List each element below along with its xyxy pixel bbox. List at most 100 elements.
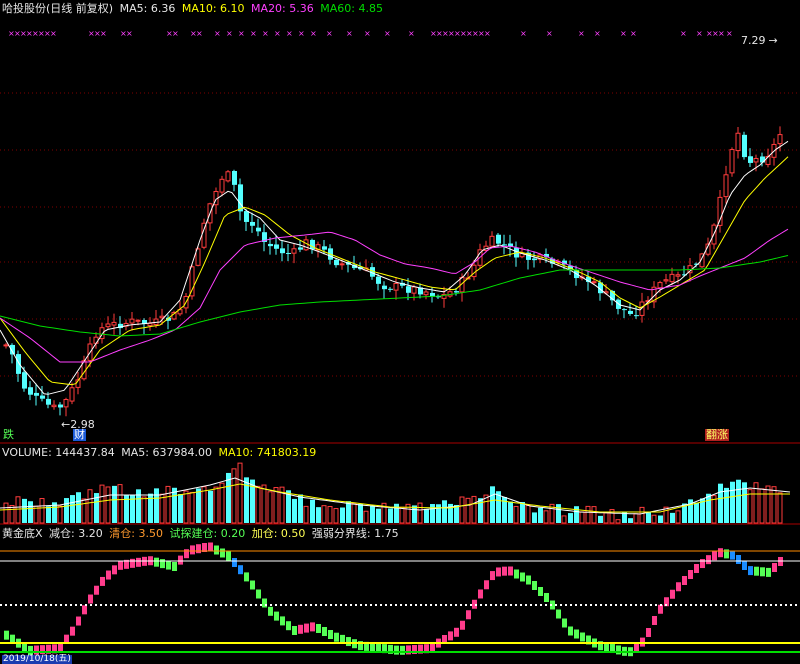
candle-body <box>250 221 255 226</box>
candle-body <box>760 156 765 163</box>
volume-bar <box>532 512 537 523</box>
volume-bar <box>237 462 243 524</box>
volume-bar <box>327 506 333 524</box>
chart-canvas[interactable]: × × × × × × × × × × × × × × × × × × × × × × × × × × × × × × × × × × × × × × × ×… <box>0 0 800 661</box>
candle-body <box>256 227 261 232</box>
candle-body <box>376 276 381 284</box>
volume-bars[interactable] <box>3 462 783 524</box>
indicator-bar <box>538 587 543 596</box>
volume-bar <box>292 498 297 523</box>
indicator-bar <box>310 622 315 632</box>
volume-bar <box>442 500 447 523</box>
indicator-bar <box>298 624 303 634</box>
volume-bar <box>196 488 201 523</box>
volume-bar <box>603 512 609 524</box>
indicator-bar <box>292 626 297 635</box>
x-marker-10: × <box>100 29 107 38</box>
x-marker-44: × <box>594 29 601 38</box>
ma60-value: 4.85 <box>358 2 383 15</box>
date-stub: 2019/10/18(五) <box>2 654 72 664</box>
indicator-bars[interactable] <box>4 542 783 657</box>
ma5-label: MA5: <box>119 2 148 15</box>
candle-body <box>69 387 75 402</box>
volume-bar <box>136 489 141 523</box>
volume-bar <box>399 506 405 524</box>
indicator-bar <box>394 645 399 655</box>
indicator-bar <box>760 567 765 577</box>
volume-bar <box>267 491 273 524</box>
clear-value: 3.50 <box>138 527 163 540</box>
candle-body <box>189 266 195 297</box>
indicator-bar <box>646 628 651 637</box>
x-marker-19: × <box>238 29 245 38</box>
x-marker-52: × <box>726 29 733 38</box>
candle-body <box>393 282 399 291</box>
x-marker-41: × <box>520 29 527 38</box>
ma5-line <box>0 140 789 395</box>
volume-bar <box>376 508 381 523</box>
volume-bar <box>591 506 597 524</box>
indicator-bar <box>700 559 705 569</box>
indicator-bar <box>688 570 693 579</box>
x-marker-45: × <box>620 29 627 38</box>
candle-body <box>268 243 273 247</box>
candle-body <box>129 318 135 324</box>
indicator-bar <box>544 593 549 602</box>
candle-body <box>105 323 111 328</box>
indicator-bar <box>772 563 777 572</box>
volume-bar <box>490 486 495 523</box>
volume-bar <box>64 498 69 523</box>
volume-bar <box>172 487 177 523</box>
indicator-bar <box>580 632 585 642</box>
candle-body <box>16 354 21 374</box>
candle-body <box>657 282 663 289</box>
x-marker-18: × <box>226 29 233 38</box>
indicator-bar <box>88 594 93 604</box>
signal-fanzhang-tag: 翻涨 <box>705 428 729 441</box>
indicator-bar <box>196 544 201 554</box>
volume-bar <box>454 504 459 523</box>
volume-bar <box>574 506 579 523</box>
indicator-bar <box>526 575 531 585</box>
stock-title: 哈投股份(日线 前复权) <box>2 2 114 15</box>
x-marker-24: × <box>298 29 305 38</box>
indicator-bar <box>178 555 183 565</box>
volume-bar <box>189 491 195 524</box>
volume-bar <box>459 496 465 524</box>
reduce-value: 3.20 <box>78 527 103 540</box>
candle-body <box>628 310 633 314</box>
x-marker-42: × <box>546 29 553 38</box>
volume-bar <box>430 504 435 523</box>
indicator-name: 黄金底X <box>2 527 43 540</box>
indicator-bar <box>574 629 579 639</box>
volume-bar <box>208 490 213 523</box>
x-marker-27: × <box>346 29 353 38</box>
candle-body <box>46 398 51 405</box>
candlesticks[interactable] <box>3 126 783 417</box>
volume-bar <box>303 505 309 524</box>
indicator-bar <box>514 569 519 579</box>
x-marker-17: × <box>214 29 221 38</box>
candle-body <box>238 184 243 212</box>
indicator-bar <box>652 616 657 625</box>
candle-body <box>742 134 747 158</box>
volume-bar <box>436 504 441 523</box>
x-marker-43: × <box>578 29 585 38</box>
signal-cai-tag: 财 <box>73 428 86 441</box>
reduce-label: 减仓: <box>49 527 75 540</box>
indicator-bar <box>346 637 351 647</box>
indicator-bar <box>226 551 231 561</box>
indicator-bar <box>562 618 567 628</box>
ma20-label: MA20: <box>251 2 286 15</box>
volume-bar <box>351 502 357 524</box>
boundary-value: 1.75 <box>374 527 399 540</box>
volume-bar <box>417 502 423 524</box>
x-marker-14: × <box>172 29 179 38</box>
volume-bar <box>310 499 315 523</box>
candle-body <box>532 258 537 261</box>
volume-bar <box>520 501 525 523</box>
indicator-bar <box>136 557 141 567</box>
candle-body <box>753 157 759 163</box>
indicator-bar <box>130 558 135 568</box>
volume-bar <box>579 511 585 524</box>
